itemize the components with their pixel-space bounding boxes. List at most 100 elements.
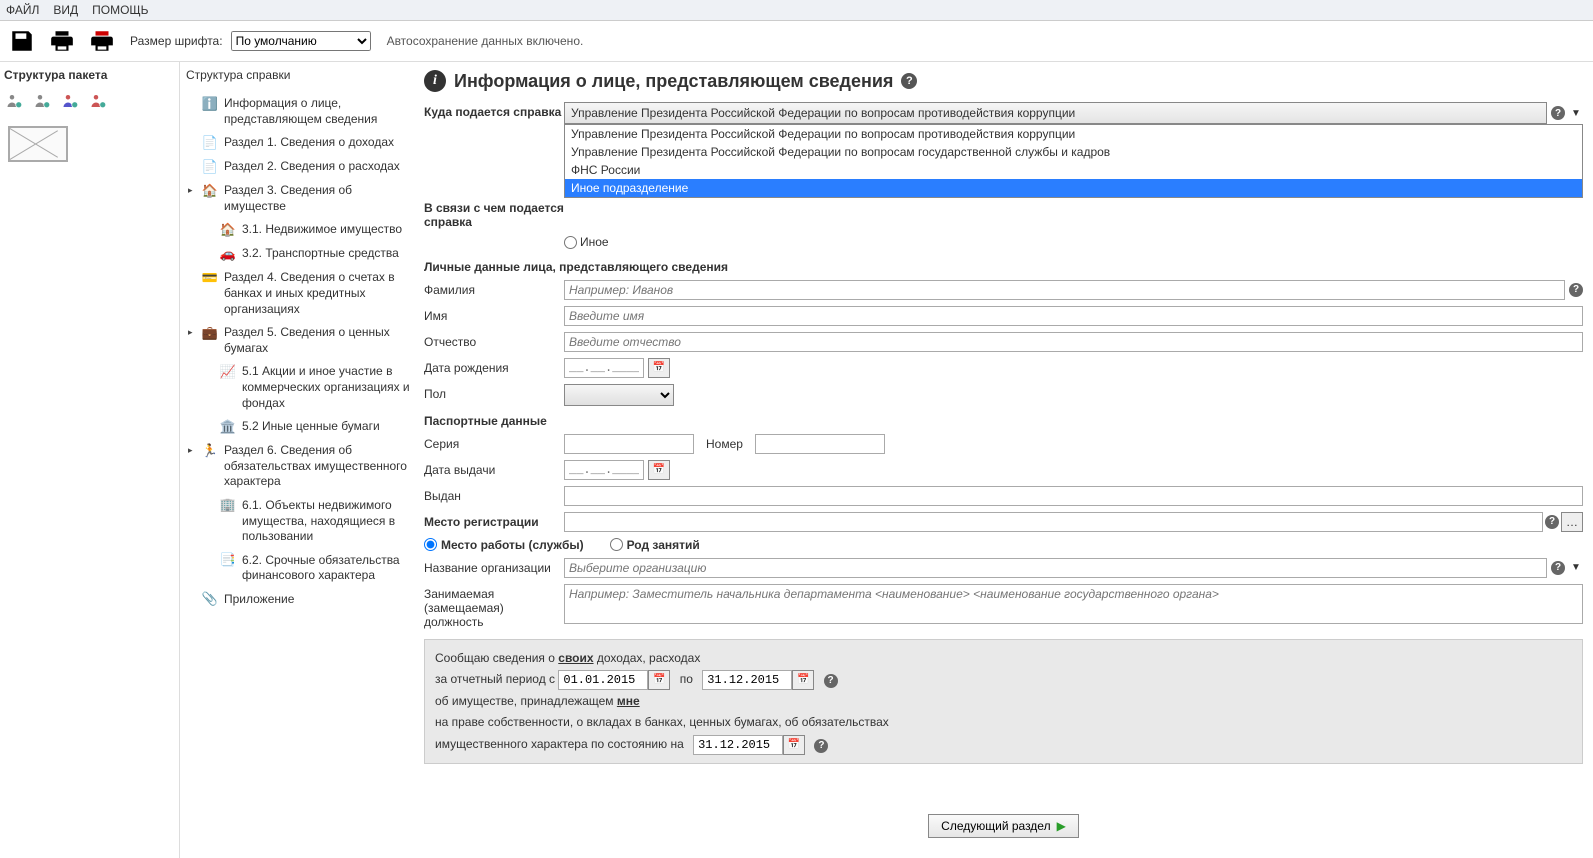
car-icon: 🚗 xyxy=(220,246,236,262)
fontsize-select[interactable]: По умолчанию xyxy=(231,31,371,51)
tree-item-label: Раздел 5. Сведения о ценных бумагах xyxy=(224,325,414,356)
tree-item[interactable]: ▸💼Раздел 5. Сведения о ценных бумагах xyxy=(182,321,418,360)
tree-item[interactable]: 📑 6.2. Срочные обязательства финансового … xyxy=(182,549,418,588)
menu-file[interactable]: ФАЙЛ xyxy=(6,3,39,17)
workplace-radio[interactable]: Место работы (службы) xyxy=(424,538,584,552)
briefcase-icon: 💼 xyxy=(202,325,218,341)
pkg-person3-icon[interactable] xyxy=(60,90,82,112)
doc-plus-icon: 📄 xyxy=(202,135,218,151)
occupation-radio[interactable]: Род занятий xyxy=(610,538,700,552)
docs-icon: 📑 xyxy=(220,553,236,569)
surname-help-icon[interactable]: ? xyxy=(1569,283,1583,297)
orgname-help-icon[interactable]: ? xyxy=(1551,561,1565,575)
position-label: Занимаемая (замещаемая) должность xyxy=(424,584,564,629)
tree-item-label: 3.1. Недвижимое имущество xyxy=(242,222,402,238)
tree-panel: Структура справки ℹ️Информация о лице, п… xyxy=(180,62,420,858)
reason-label: В связи с чем подается справка xyxy=(424,198,564,229)
help-icon[interactable]: ? xyxy=(901,73,917,89)
pkg-person2-icon[interactable] xyxy=(32,90,54,112)
person-icon: 🏃 xyxy=(202,443,218,459)
where-option[interactable]: ФНС России xyxy=(565,161,1582,179)
tree-item[interactable]: ▸🏃Раздел 6. Сведения об обязательствах и… xyxy=(182,439,418,494)
surname-input[interactable] xyxy=(564,280,1565,300)
name-input[interactable] xyxy=(564,306,1583,326)
issuedate-label: Дата выдачи xyxy=(424,460,564,477)
next-section-button[interactable]: Следующий раздел▶ xyxy=(928,814,1079,838)
package-thumbnail[interactable] xyxy=(8,126,68,162)
tree-item[interactable]: ℹ️Информация о лице, представляющем свед… xyxy=(182,92,418,131)
patronymic-input[interactable] xyxy=(564,332,1583,352)
tree-item[interactable]: 💳Раздел 4. Сведения о счетах в банках и … xyxy=(182,266,418,321)
form-panel: i Информация о лице, представляющем свед… xyxy=(420,62,1593,858)
tree-item[interactable]: 🏠3.1. Недвижимое имущество xyxy=(182,218,418,242)
asof-help-icon[interactable]: ? xyxy=(814,739,828,753)
other-radio[interactable]: Иное xyxy=(564,235,609,249)
pkg-person4-icon[interactable] xyxy=(88,90,110,112)
period-help-icon[interactable]: ? xyxy=(824,674,838,688)
menu-view[interactable]: ВИД xyxy=(53,3,78,17)
tree-item-label: Раздел 4. Сведения о счетах в банках и и… xyxy=(224,270,414,317)
where-dropdown[interactable]: Управление Президента Российской Федерац… xyxy=(564,102,1547,124)
chevron-down-icon[interactable]: ▼ xyxy=(1569,562,1583,573)
where-option[interactable]: Управление Президента Российской Федерац… xyxy=(565,143,1582,161)
menubar: ФАЙЛ ВИД ПОМОЩЬ xyxy=(0,0,1593,21)
attach-icon: 📎 xyxy=(202,592,218,608)
personal-heading: Личные данные лица, представляющего свед… xyxy=(424,260,1583,274)
birthdate-label: Дата рождения xyxy=(424,358,564,375)
bank-icon: 🏛️ xyxy=(220,419,236,435)
chevron-down-icon[interactable]: ▼ xyxy=(1569,108,1583,119)
calendar-icon[interactable]: 📅 xyxy=(792,670,814,690)
issuedate-input[interactable] xyxy=(564,460,644,480)
tree-item-label: 5.2 Иные ценные бумаги xyxy=(242,419,380,435)
tree-item[interactable]: 📈 5.1 Акции и иное участие в коммерческих… xyxy=(182,360,418,415)
birthdate-input[interactable] xyxy=(564,358,644,378)
calendar-icon[interactable]: 📅 xyxy=(648,460,670,480)
position-input[interactable] xyxy=(564,584,1583,624)
where-help-icon[interactable]: ? xyxy=(1551,106,1565,120)
calendar-icon[interactable]: 📅 xyxy=(648,358,670,378)
issuedby-label: Выдан xyxy=(424,486,564,503)
print-red-icon[interactable] xyxy=(86,25,118,57)
chart-icon: 📈 xyxy=(220,364,236,380)
print-icon[interactable] xyxy=(46,25,78,57)
info-icon: i xyxy=(424,70,446,92)
registration-help-icon[interactable]: ? xyxy=(1545,515,1559,529)
series-input[interactable] xyxy=(564,434,694,454)
where-option[interactable]: Иное подразделение xyxy=(565,179,1582,197)
page-title: Информация о лице, представляющем сведен… xyxy=(454,71,893,92)
where-option[interactable]: Управление Президента Российской Федерац… xyxy=(565,125,1582,143)
number-input[interactable] xyxy=(755,434,885,454)
tree-item[interactable]: 📎 Приложение xyxy=(182,588,418,612)
menu-help[interactable]: ПОМОЩЬ xyxy=(92,3,148,17)
calendar-icon[interactable]: 📅 xyxy=(783,735,805,755)
info-icon: ℹ️ xyxy=(202,96,218,112)
doc-minus-icon: 📄 xyxy=(202,159,218,175)
tree-item[interactable]: 📄Раздел 1. Сведения о доходах xyxy=(182,131,418,155)
issuedby-input[interactable] xyxy=(564,486,1583,506)
registration-browse-button[interactable]: … xyxy=(1561,512,1583,532)
tree-item[interactable]: 🏛️ 5.2 Иные ценные бумаги xyxy=(182,415,418,439)
asof-date-input[interactable] xyxy=(693,735,783,755)
package-panel: Структура пакета xyxy=(0,62,180,858)
autosave-status: Автосохранение данных включено. xyxy=(387,34,584,48)
tree-item-label: 6.2. Срочные обязательства финансового х… xyxy=(242,553,414,584)
calendar-icon[interactable]: 📅 xyxy=(648,670,670,690)
period-to-input[interactable] xyxy=(702,670,792,690)
pkg-person1-icon[interactable] xyxy=(4,90,26,112)
tree-item[interactable]: 🚗3.2. Транспортные средства xyxy=(182,242,418,266)
tree-item-label: 5.1 Акции и иное участие в коммерческих … xyxy=(242,364,414,411)
gender-select[interactable] xyxy=(564,384,674,406)
where-label: Куда подается справка xyxy=(424,102,564,119)
save-icon[interactable] xyxy=(6,25,38,57)
tree-item[interactable]: 📄 Раздел 2. Сведения о расходах xyxy=(182,155,418,179)
name-label: Имя xyxy=(424,306,564,323)
tree-item-label: Раздел 2. Сведения о расходах xyxy=(224,159,400,175)
tree-item[interactable]: 🏢6.1. Объекты недвижимого имущества, нах… xyxy=(182,494,418,549)
registration-input[interactable] xyxy=(564,512,1543,532)
series-label: Серия xyxy=(424,434,564,451)
tree-item[interactable]: ▸🏠Раздел 3. Сведения об имуществе xyxy=(182,179,418,218)
tree-item-label: Раздел 3. Сведения об имуществе xyxy=(224,183,414,214)
orgname-input[interactable] xyxy=(564,558,1547,578)
tree-item-label: Приложение xyxy=(224,592,294,608)
period-from-input[interactable] xyxy=(558,670,648,690)
